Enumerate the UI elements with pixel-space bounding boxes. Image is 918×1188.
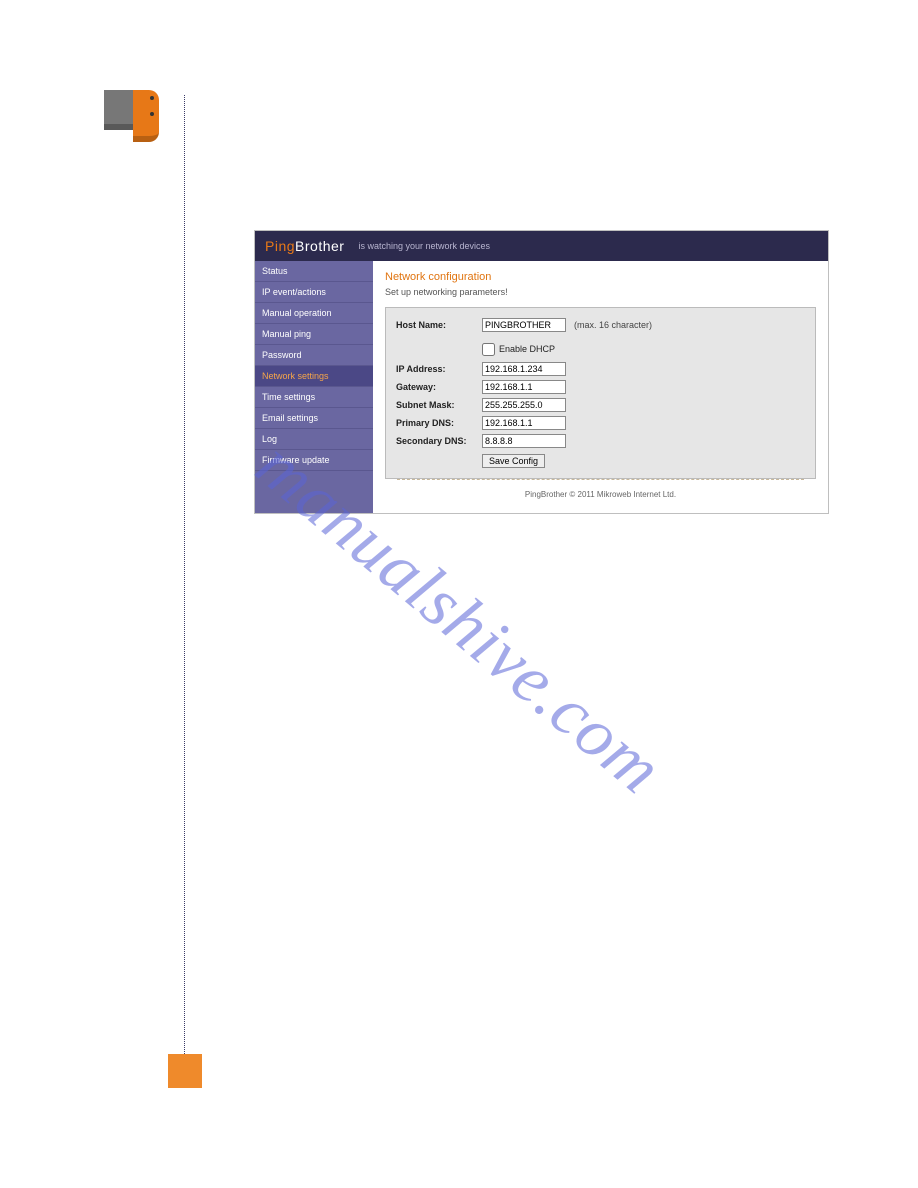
sidebar-item-manual-ping[interactable]: Manual ping	[255, 324, 373, 345]
content-subtitle: Set up networking parameters!	[385, 287, 816, 297]
sidebar-item-firmware-update[interactable]: Firmware update	[255, 450, 373, 471]
hostname-note: (max. 16 character)	[574, 320, 652, 330]
brand-ping: Ping	[265, 238, 295, 254]
subnet-input[interactable]	[482, 398, 566, 412]
sidebar-item-email-settings[interactable]: Email settings	[255, 408, 373, 429]
save-config-button[interactable]: Save Config	[482, 454, 545, 468]
dns2-label: Secondary DNS:	[396, 436, 482, 446]
sidebar-item-network-settings[interactable]: Network settings	[255, 366, 373, 387]
row-hostname: Host Name: (max. 16 character)	[396, 316, 805, 334]
gateway-label: Gateway:	[396, 382, 482, 392]
row-dns1: Primary DNS:	[396, 414, 805, 432]
app-body: Status IP event/actions Manual operation…	[255, 261, 828, 513]
row-ip: IP Address:	[396, 360, 805, 378]
brand-brother: Brother	[295, 238, 344, 254]
dns2-input[interactable]	[482, 434, 566, 448]
sidebar-item-password[interactable]: Password	[255, 345, 373, 366]
sidebar-item-status[interactable]: Status	[255, 261, 373, 282]
ip-input[interactable]	[482, 362, 566, 376]
vertical-divider	[184, 95, 185, 1088]
logo-orange-tab	[133, 90, 159, 142]
row-dns2: Secondary DNS:	[396, 432, 805, 450]
hostname-label: Host Name:	[396, 320, 482, 330]
content-area: Network configuration Set up networking …	[373, 261, 828, 513]
content-title: Network configuration	[385, 271, 816, 283]
row-subnet: Subnet Mask:	[396, 396, 805, 414]
app-footer: PingBrother © 2011 Mikroweb Internet Ltd…	[397, 479, 804, 507]
ip-label: IP Address:	[396, 364, 482, 374]
subnet-label: Subnet Mask:	[396, 400, 482, 410]
row-dhcp: Enable DHCP	[396, 340, 805, 358]
row-gateway: Gateway:	[396, 378, 805, 396]
screenshot-panel: PingBrother is watching your network dev…	[254, 230, 829, 514]
sidebar-item-log[interactable]: Log	[255, 429, 373, 450]
gateway-input[interactable]	[482, 380, 566, 394]
hostname-input[interactable]	[482, 318, 566, 332]
brand-logo	[104, 90, 159, 145]
sidebar-item-ip-events[interactable]: IP event/actions	[255, 282, 373, 303]
dhcp-checkbox[interactable]	[482, 343, 495, 356]
sidebar: Status IP event/actions Manual operation…	[255, 261, 373, 513]
dhcp-label: Enable DHCP	[499, 344, 555, 354]
app-header: PingBrother is watching your network dev…	[255, 231, 828, 261]
brand-tagline: is watching your network devices	[358, 241, 490, 251]
sidebar-item-time-settings[interactable]: Time settings	[255, 387, 373, 408]
network-form: Host Name: (max. 16 character) Enable DH…	[385, 307, 816, 479]
dns1-input[interactable]	[482, 416, 566, 430]
dns1-label: Primary DNS:	[396, 418, 482, 428]
sidebar-item-manual-operation[interactable]: Manual operation	[255, 303, 373, 324]
page-corner-square	[168, 1054, 202, 1088]
